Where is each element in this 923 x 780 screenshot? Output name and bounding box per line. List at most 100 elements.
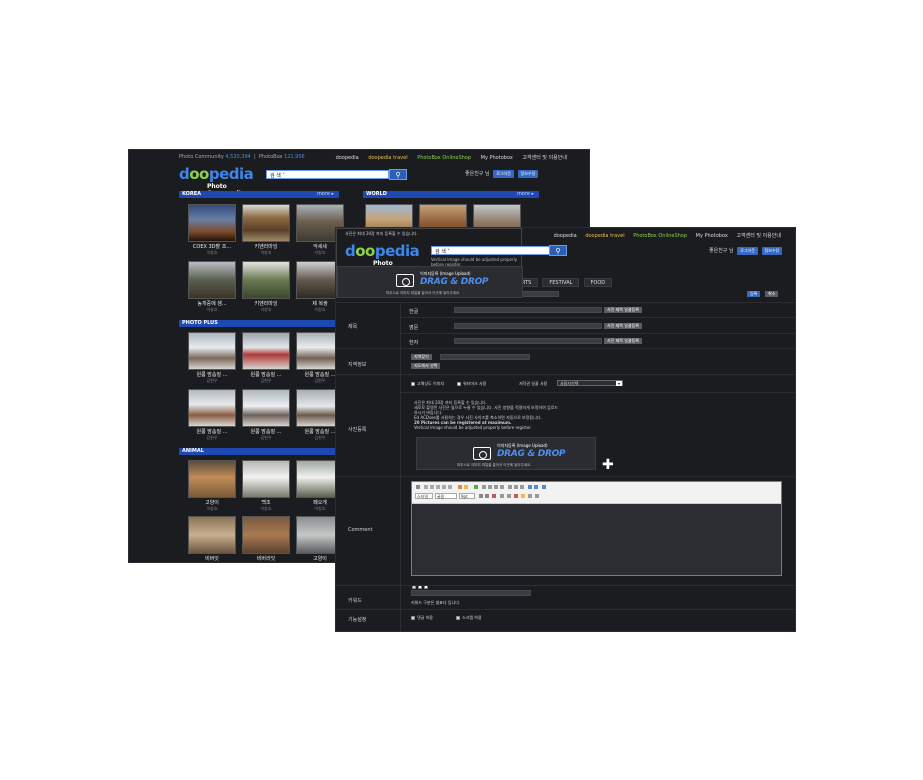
scrap-checkbox[interactable] bbox=[456, 616, 460, 620]
nav-link-travel[interactable]: doopedia travel bbox=[368, 155, 407, 161]
photo-title[interactable]: 원룸 맘솜질 ... bbox=[236, 428, 296, 435]
image-icon[interactable] bbox=[542, 485, 546, 489]
undo-icon[interactable] bbox=[479, 494, 483, 498]
find-location-button[interactable]: 지역찾기 bbox=[411, 354, 432, 360]
photo-thumbnail[interactable] bbox=[242, 261, 290, 299]
korea-more-link[interactable]: more ▸ bbox=[317, 191, 334, 198]
photo-title[interactable]: COEX 3D촬 조... bbox=[182, 243, 242, 250]
fullscreen-icon[interactable] bbox=[535, 494, 539, 498]
superscript-icon[interactable] bbox=[448, 485, 452, 489]
photo-title[interactable]: 비버라잇 bbox=[236, 555, 296, 562]
align-left-icon[interactable] bbox=[482, 485, 486, 489]
title-korean-bulk-button[interactable]: 사진 제목 일괄등록 bbox=[604, 307, 642, 313]
comment-editor[interactable]: 스타일 굴림 9pt bbox=[411, 481, 782, 576]
bold-icon[interactable] bbox=[424, 485, 428, 489]
photo-thumbnail[interactable] bbox=[188, 261, 236, 299]
title-hanja-input[interactable] bbox=[454, 338, 602, 344]
tab-food[interactable]: FOOD bbox=[583, 278, 613, 287]
nav-link-help[interactable]: 고객센터 및 이용안내 bbox=[736, 233, 781, 239]
font-color-icon[interactable] bbox=[458, 485, 462, 489]
edit-profile-button[interactable]: 정보수정 bbox=[517, 170, 539, 178]
font-select[interactable]: 굴림 bbox=[435, 493, 457, 499]
watermark-checkbox[interactable] bbox=[457, 382, 461, 386]
hr-icon[interactable] bbox=[500, 494, 504, 498]
underline-icon[interactable] bbox=[436, 485, 440, 489]
indent-icon[interactable] bbox=[520, 485, 524, 489]
size-select[interactable]: 9pt bbox=[459, 493, 475, 499]
add-photo-icon[interactable]: ✚ bbox=[602, 458, 614, 472]
logo[interactable]: doopedia Photo Community bbox=[345, 241, 420, 274]
drop-zone[interactable]: 이미지등록 (Image Upload) DRAG & DROP 마우스로 이미… bbox=[416, 437, 596, 470]
photo-thumbnail[interactable] bbox=[188, 389, 236, 427]
table-icon[interactable] bbox=[474, 485, 478, 489]
align-center-icon[interactable] bbox=[488, 485, 492, 489]
keyword-input[interactable] bbox=[411, 590, 531, 596]
align-justify-icon[interactable] bbox=[500, 485, 504, 489]
photo-title[interactable]: 원룸 맘솜질 ... bbox=[182, 371, 242, 378]
reply-checkbox[interactable] bbox=[411, 616, 415, 620]
highlight-icon[interactable] bbox=[464, 485, 468, 489]
special-char-icon[interactable] bbox=[507, 494, 511, 498]
title-english-input[interactable] bbox=[454, 323, 602, 329]
logout-button[interactable]: 로그아웃 bbox=[493, 170, 514, 178]
preview-icon[interactable] bbox=[528, 494, 532, 498]
drop-zone[interactable]: 이미지등록 (Image Upload) DRAG & DROP 마우스로 이미… bbox=[337, 266, 523, 298]
photo-thumbnail[interactable] bbox=[242, 389, 290, 427]
hd-option[interactable]: 고해상도 이미지 bbox=[411, 381, 444, 387]
search-button[interactable]: ⚲ bbox=[389, 169, 407, 180]
photo-thumbnail[interactable] bbox=[188, 516, 236, 554]
list-ordered-icon[interactable] bbox=[508, 485, 512, 489]
photo-thumbnail[interactable] bbox=[242, 332, 290, 370]
logout-button[interactable]: 로그아웃 bbox=[737, 247, 758, 255]
photo-title[interactable]: 고양이 bbox=[182, 499, 242, 506]
emoticon-icon[interactable] bbox=[521, 494, 525, 498]
cancel-button[interactable]: 취소 bbox=[765, 291, 779, 297]
logo[interactable]: doopedia Photo Community bbox=[179, 164, 254, 197]
align-right-icon[interactable] bbox=[494, 485, 498, 489]
photo-thumbnail[interactable] bbox=[242, 516, 290, 554]
unlink-icon[interactable] bbox=[534, 485, 538, 489]
photo-thumbnail[interactable] bbox=[188, 204, 236, 242]
hd-checkbox[interactable] bbox=[411, 382, 415, 386]
nav-link-myphotobox[interactable]: My Photobox bbox=[696, 233, 728, 239]
photo-title[interactable]: 비버잇 bbox=[182, 555, 242, 562]
source-icon[interactable] bbox=[416, 485, 420, 489]
nav-link-shop[interactable]: PhotoBox OnlineShop bbox=[417, 155, 471, 161]
edit-profile-button[interactable]: 정보수정 bbox=[761, 247, 783, 255]
list-bullet-icon[interactable] bbox=[514, 485, 518, 489]
photo-thumbnail[interactable] bbox=[242, 204, 290, 242]
search-button[interactable]: ⚲ bbox=[549, 245, 567, 256]
nav-link-doopedia[interactable]: doopedia bbox=[554, 233, 577, 239]
reply-option[interactable]: 댓글 허용 bbox=[411, 615, 433, 621]
title-hanja-bulk-button[interactable]: 사진 제목 일괄등록 bbox=[604, 338, 642, 344]
location-field[interactable] bbox=[440, 354, 530, 360]
photo-thumbnail[interactable] bbox=[188, 332, 236, 370]
photo-title[interactable]: 농개중에 샘... bbox=[182, 300, 242, 307]
photo-thumbnail[interactable] bbox=[242, 460, 290, 498]
tab-festival[interactable]: FESTIVAL bbox=[542, 278, 580, 287]
photo-thumbnail[interactable] bbox=[188, 460, 236, 498]
search-input[interactable]: 검 색 ˅ bbox=[431, 246, 550, 255]
nav-link-doopedia[interactable]: doopedia bbox=[336, 155, 359, 161]
redo-icon[interactable] bbox=[485, 494, 489, 498]
photo-title[interactable]: 키엔라마잉 bbox=[236, 243, 296, 250]
nav-link-shop[interactable]: PhotoBox OnlineShop bbox=[633, 233, 687, 239]
italic-icon[interactable] bbox=[430, 485, 434, 489]
photo-title[interactable]: 원룸 맘솜질 ... bbox=[236, 371, 296, 378]
map-select-button[interactable]: 지도에서 선택 bbox=[411, 363, 441, 369]
nav-link-travel[interactable]: doopedia travel bbox=[585, 233, 624, 239]
photo-title[interactable]: 키엔라마잉 bbox=[236, 300, 296, 307]
title-english-bulk-button[interactable]: 사진 제목 일괄등록 bbox=[604, 323, 642, 329]
title-korean-input[interactable] bbox=[454, 307, 602, 313]
plus-icon[interactable] bbox=[514, 494, 518, 498]
scrap-option[interactable]: 스크랩 허용 bbox=[456, 615, 482, 621]
photo-title[interactable]: 원룸 맘솜질 ... bbox=[182, 428, 242, 435]
strike-icon[interactable] bbox=[442, 485, 446, 489]
submit-button[interactable]: 등록 bbox=[747, 291, 761, 297]
photo-title[interactable]: 백조 bbox=[236, 499, 296, 506]
nav-link-myphotobox[interactable]: My Photobox bbox=[481, 155, 513, 161]
style-select[interactable]: 스타일 bbox=[415, 493, 433, 499]
nav-link-help[interactable]: 고객센터 및 이용안내 bbox=[522, 155, 567, 161]
eraser-icon[interactable] bbox=[492, 494, 496, 498]
world-more-link[interactable]: more ▸ bbox=[517, 191, 534, 198]
